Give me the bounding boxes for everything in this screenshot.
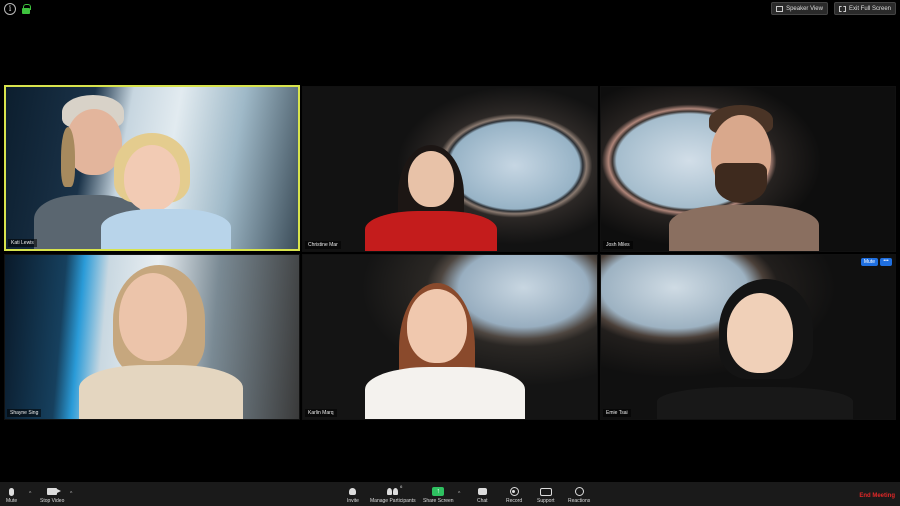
video-tile-kati-lewis[interactable]: Kati Lewis <box>4 85 300 251</box>
manage-participants-label: Manage Participants <box>370 498 416 504</box>
video-tile-karlin-marq[interactable]: Karlin Marq <box>302 254 598 420</box>
top-right-controls: Speaker View Exit Full Screen <box>771 2 896 15</box>
participant-name-label: Emie Tsai <box>603 409 631 417</box>
grid-icon <box>776 5 784 12</box>
reactions-label: Reactions <box>568 498 591 504</box>
manage-participants-button[interactable]: 6 Manage Participants <box>370 484 416 504</box>
tile-mute-button[interactable]: Mute <box>860 258 878 266</box>
microphone-icon <box>9 487 15 496</box>
exit-fullscreen-label: Exit Full Screen <box>848 5 891 12</box>
share-options-chevron-icon[interactable]: ^ <box>458 491 460 497</box>
exit-fullscreen-button[interactable]: Exit Full Screen <box>833 2 896 15</box>
share-screen-button[interactable]: ↑ Share Screen <box>423 486 454 504</box>
reactions-icon <box>574 487 584 496</box>
video-tile-shayne-sing[interactable]: Shayne Sing <box>4 254 300 420</box>
record-button[interactable]: Record <box>506 486 522 504</box>
stop-video-label: Stop Video <box>40 498 65 504</box>
participant-name-label: Kati Lewis <box>8 239 37 247</box>
chat-label: Chat <box>477 498 488 504</box>
participants-icon <box>387 488 399 495</box>
share-screen-label: Share Screen <box>423 498 454 504</box>
stop-video-button[interactable]: Stop Video <box>40 486 64 504</box>
video-options-chevron-icon[interactable]: ^ <box>70 491 72 497</box>
invite-user-icon <box>349 488 357 495</box>
video-tile-josh-miles[interactable]: Josh Miles <box>600 86 896 252</box>
meeting-toolbar: Mute ^ Stop Video ^ Invite 6 Manage Part… <box>0 482 900 506</box>
support-label: Support <box>537 498 555 504</box>
speaker-view-button[interactable]: Speaker View <box>771 2 828 15</box>
tile-controls: Mute ••• <box>860 258 892 266</box>
participant-name-label: Shayne Sing <box>7 409 42 417</box>
more-options-icon[interactable]: ••• <box>880 258 892 266</box>
exit-fullscreen-icon <box>838 5 846 12</box>
chat-button[interactable]: Chat <box>477 486 488 504</box>
participant-name-label: Christine Mar <box>305 241 341 249</box>
chat-icon <box>477 488 487 495</box>
audio-options-chevron-icon[interactable]: ^ <box>29 491 31 497</box>
mute-button[interactable]: Mute <box>6 486 17 504</box>
video-tile-emie-tsai[interactable]: Mute ••• Emie Tsai <box>600 254 896 420</box>
participant-name-label: Karlin Marq <box>305 409 337 417</box>
participant-name-label: Josh Miles <box>603 241 633 249</box>
video-tile-christine-mar[interactable]: Christine Mar <box>302 86 598 252</box>
support-icon <box>539 487 552 496</box>
invite-button[interactable]: Invite <box>347 486 359 504</box>
top-left-icons: i <box>4 3 31 15</box>
invite-label: Invite <box>347 498 359 504</box>
record-icon <box>509 487 519 496</box>
mute-label: Mute <box>6 498 18 504</box>
video-camera-icon <box>47 488 62 495</box>
lock-icon[interactable] <box>22 4 31 14</box>
info-icon[interactable]: i <box>4 3 16 15</box>
top-bar: i Speaker View Exit Full Screen <box>0 0 900 20</box>
reactions-button[interactable]: Reactions <box>568 486 590 504</box>
speaker-view-label: Speaker View <box>786 5 823 12</box>
share-screen-icon: ↑ <box>432 487 445 496</box>
record-label: Record <box>506 498 523 504</box>
support-button[interactable]: Support <box>537 486 555 504</box>
participant-count: 6 <box>400 484 403 489</box>
end-meeting-button[interactable]: End Meeting <box>859 493 895 499</box>
